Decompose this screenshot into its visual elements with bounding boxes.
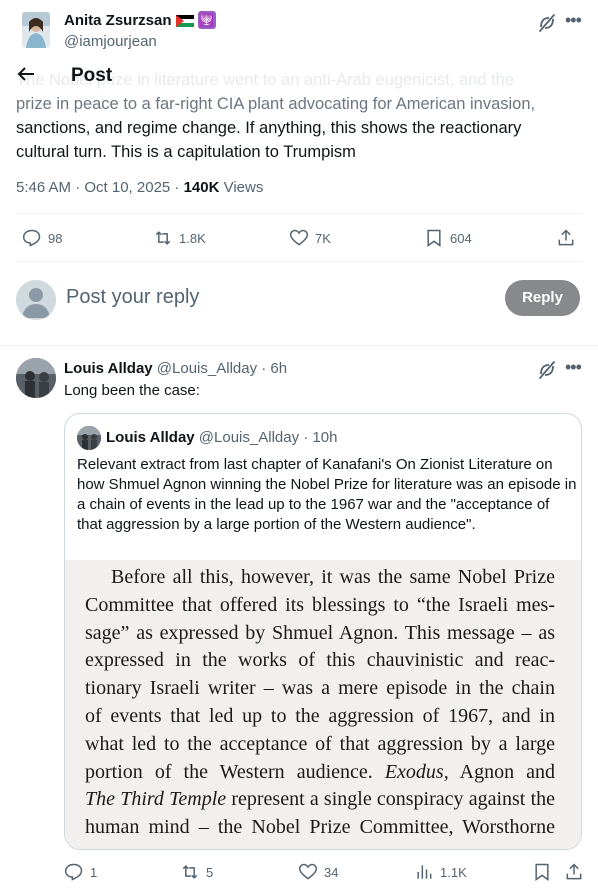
views-count: 1.1K — [440, 864, 467, 880]
bookmark-count: 604 — [450, 230, 472, 246]
reply-author-name[interactable]: Louis Allday — [64, 360, 153, 377]
divider — [16, 261, 582, 262]
book-line: what led to the acceptance of that aggre… — [85, 732, 555, 755]
back-arrow-icon[interactable] — [16, 64, 38, 86]
book-line: Committee that offered its blessings to … — [85, 593, 555, 616]
share-action-button[interactable] — [556, 228, 576, 248]
reply-count: 1 — [90, 864, 98, 880]
book-line: portion of the Western audience. Exodus,… — [85, 760, 556, 783]
quote-author-handle: @Louis_Allday — [198, 429, 300, 446]
timestamp-text[interactable]: 5:46 AM · Oct 10, 2025 · — [16, 179, 184, 196]
quoted-post[interactable]: Louis Allday @Louis_Allday · 10h Relevan… — [64, 413, 582, 850]
author-handle[interactable]: @iamjourjean — [64, 33, 157, 50]
repost-action-button[interactable]: 1.8K — [153, 228, 206, 248]
quote-header: Louis Allday @Louis_Allday · 10h — [106, 429, 337, 446]
more-options-icon[interactable]: ••• — [565, 11, 583, 33]
bookmark-action-button[interactable]: 604 — [424, 228, 472, 248]
post-timestamp: 5:46 AM · Oct 10, 2025 · 140K Views — [16, 179, 263, 196]
post-text-line: sanctions, and regime change. If anythin… — [16, 119, 522, 137]
views-action-button[interactable]: 1.1K — [414, 862, 467, 882]
book-excerpt: Before all this, however, it was the sam… — [85, 564, 555, 842]
palestine-flag-icon — [175, 14, 194, 27]
repost-icon — [155, 231, 171, 245]
reply-button[interactable]: Reply — [505, 280, 580, 316]
user-avatar[interactable] — [16, 280, 56, 320]
bookmark-action-button[interactable] — [532, 862, 552, 882]
quote-text: Relevant extract from last chapter of Ka… — [77, 456, 577, 533]
author-name-text: Anita Zsurzsan — [64, 11, 172, 29]
reply-text: Long been the case: — [64, 382, 200, 399]
repost-count: 1.8K — [179, 230, 206, 246]
book-line: human mind – the Nobel Prize Committee, … — [85, 816, 555, 839]
repost-icon — [182, 865, 198, 879]
reply-action-button[interactable]: 1 — [64, 862, 97, 882]
reply-icon — [64, 863, 83, 881]
bookmark-icon — [535, 863, 549, 881]
book-line: The Third Temple represent a single cons… — [85, 788, 555, 811]
reply-action-button[interactable]: 98 — [22, 228, 62, 248]
reply-input[interactable]: Post your reply — [66, 286, 199, 309]
like-action-button[interactable]: 7K — [289, 228, 331, 248]
reply-count: 98 — [48, 230, 63, 246]
author-avatar[interactable] — [22, 12, 50, 48]
grok-icon[interactable] — [537, 360, 557, 380]
more-options-icon[interactable]: ••• — [565, 358, 583, 380]
divider — [16, 213, 582, 214]
like-count: 7K — [315, 230, 331, 246]
post-text-line: cultural turn. This is a capitulation to… — [16, 143, 356, 161]
post-text-line: prize in peace to a far-right CIA plant … — [16, 95, 536, 113]
bookmark-icon — [427, 229, 441, 247]
views-count: 140K — [183, 179, 220, 196]
reply-header: Louis Allday @Louis_Allday · 6h — [64, 360, 287, 377]
share-icon — [558, 229, 574, 246]
quoted-book-page-image[interactable]: Before all this, however, it was the sam… — [65, 560, 581, 849]
repost-count: 5 — [206, 864, 214, 880]
like-action-button[interactable]: 34 — [298, 862, 338, 882]
quote-author-avatar — [77, 426, 101, 450]
views-label: Views — [219, 179, 264, 196]
reply-time[interactable]: · 6h — [257, 360, 287, 377]
heart-icon — [298, 863, 318, 880]
book-line: of events that led up to the aggression … — [85, 704, 555, 727]
repost-action-button[interactable]: 5 — [180, 862, 213, 882]
book-line: Before all this, however, it was the sam… — [111, 566, 555, 588]
grok-icon[interactable] — [537, 13, 557, 33]
share-action-button[interactable] — [564, 862, 584, 882]
quote-time: · 10h — [299, 429, 338, 446]
book-line: tionary Israeli writer – was a mere epis… — [85, 677, 555, 700]
reply-author-avatar[interactable] — [16, 358, 56, 398]
book-line: sage” as expressed by Shmuel Agnon. This… — [85, 621, 555, 644]
like-count: 34 — [324, 864, 339, 880]
reply-icon — [22, 229, 41, 247]
quote-author-name: Louis Allday — [106, 429, 195, 446]
views-icon — [417, 865, 432, 879]
reply-author-handle[interactable]: @Louis_Allday — [157, 360, 257, 377]
divider — [0, 345, 598, 346]
book-line: expressed in the works of this chauvinis… — [85, 649, 555, 672]
author-name[interactable]: Anita Zsurzsan 🕎 — [64, 11, 216, 29]
page-title: Post — [71, 65, 113, 86]
share-icon — [566, 863, 582, 880]
menorah-icon: 🕎 — [197, 11, 216, 29]
heart-icon — [289, 229, 309, 246]
